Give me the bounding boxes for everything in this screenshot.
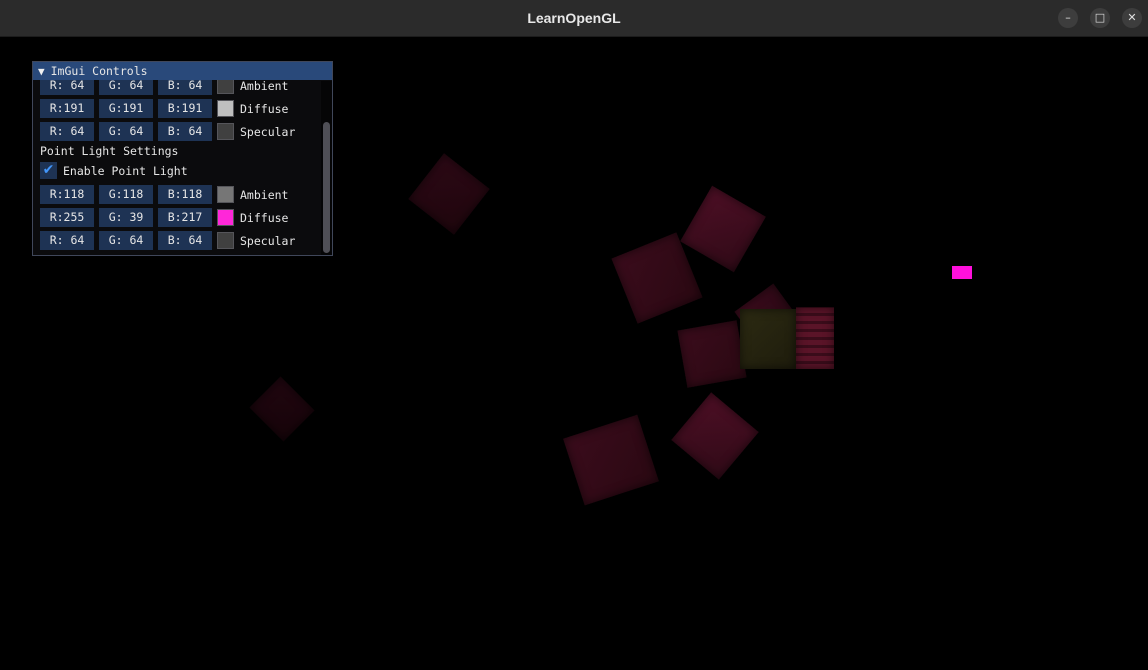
scene-cube <box>740 309 796 369</box>
point-light-cube <box>952 266 972 279</box>
green-drag-field[interactable]: G: 64 <box>99 122 153 141</box>
red-drag-field[interactable]: R:255 <box>40 208 94 227</box>
blue-drag-field[interactable]: B:191 <box>158 99 212 118</box>
close-icon[interactable]: ✕ <box>1122 8 1142 28</box>
enable-point-light-label[interactable]: Enable Point Light <box>63 164 188 178</box>
color-swatch[interactable] <box>217 100 234 117</box>
point-light-section-title: Point Light Settings <box>40 144 179 158</box>
minimize-icon[interactable]: – <box>1058 8 1078 28</box>
red-drag-field[interactable]: R: 64 <box>40 231 94 250</box>
color-swatch[interactable] <box>217 186 234 203</box>
maximize-icon[interactable]: □ <box>1090 8 1110 28</box>
row-label: Specular <box>240 233 296 248</box>
row-label: Diffuse <box>240 101 289 116</box>
scene-cube <box>677 320 747 388</box>
color-swatch[interactable] <box>217 123 234 140</box>
scene-cube <box>796 307 834 369</box>
title-bar[interactable]: LearnOpenGL – □ ✕ <box>0 0 1148 37</box>
green-drag-field[interactable]: G: 64 <box>99 231 153 250</box>
blue-drag-field[interactable]: B: 64 <box>158 122 212 141</box>
panel-title: ImGui Controls <box>50 64 148 78</box>
green-drag-field[interactable]: G: 39 <box>99 208 153 227</box>
scene-cube <box>249 376 315 442</box>
color-swatch[interactable] <box>217 209 234 226</box>
dir-diffuse-row: R:191 G:191 B:191 Diffuse <box>40 99 288 118</box>
color-swatch[interactable] <box>217 232 234 249</box>
app-window: LearnOpenGL – □ ✕ ▼ ImGui Controls R: 64… <box>0 0 1148 670</box>
collapse-arrow-icon[interactable]: ▼ <box>38 65 45 78</box>
point-diffuse-row: R:255 G: 39 B:217 Diffuse <box>40 208 288 227</box>
red-drag-field[interactable]: R: 64 <box>40 122 94 141</box>
dir-specular-row: R: 64 G: 64 B: 64 Specular <box>40 122 295 141</box>
enable-point-light-checkbox-row[interactable]: ✔ Enable Point Light <box>40 162 188 179</box>
green-drag-field[interactable]: G:118 <box>99 185 153 204</box>
row-label: Ambient <box>240 187 289 202</box>
green-drag-field[interactable]: G:191 <box>99 99 153 118</box>
red-drag-field[interactable]: R:191 <box>40 99 94 118</box>
row-label: Diffuse <box>240 210 289 225</box>
point-specular-row: R: 64 G: 64 B: 64 Specular <box>40 231 295 250</box>
scene-cube <box>671 392 759 480</box>
panel-scrollbar[interactable] <box>321 81 332 255</box>
row-label: Ambient <box>240 78 289 93</box>
blue-drag-field[interactable]: B: 64 <box>158 231 212 250</box>
checkmark-icon[interactable]: ✔ <box>40 162 57 179</box>
blue-drag-field[interactable]: B:118 <box>158 185 212 204</box>
window-title: LearnOpenGL <box>527 10 621 26</box>
panel-header-overlay[interactable]: ▼ ImGui Controls <box>33 62 332 80</box>
scene-cube <box>563 414 659 506</box>
row-label: Specular <box>240 124 296 139</box>
scrollbar-thumb[interactable] <box>323 122 330 253</box>
red-drag-field[interactable]: R:118 <box>40 185 94 204</box>
blue-drag-field[interactable]: B:217 <box>158 208 212 227</box>
imgui-controls-panel[interactable]: ▼ ImGui Controls R: 64 G: 64 B: 64 Ambie… <box>32 61 333 256</box>
scene-cube <box>680 185 766 273</box>
scene-cube <box>408 153 490 235</box>
point-ambient-row: R:118 G:118 B:118 Ambient <box>40 185 288 204</box>
